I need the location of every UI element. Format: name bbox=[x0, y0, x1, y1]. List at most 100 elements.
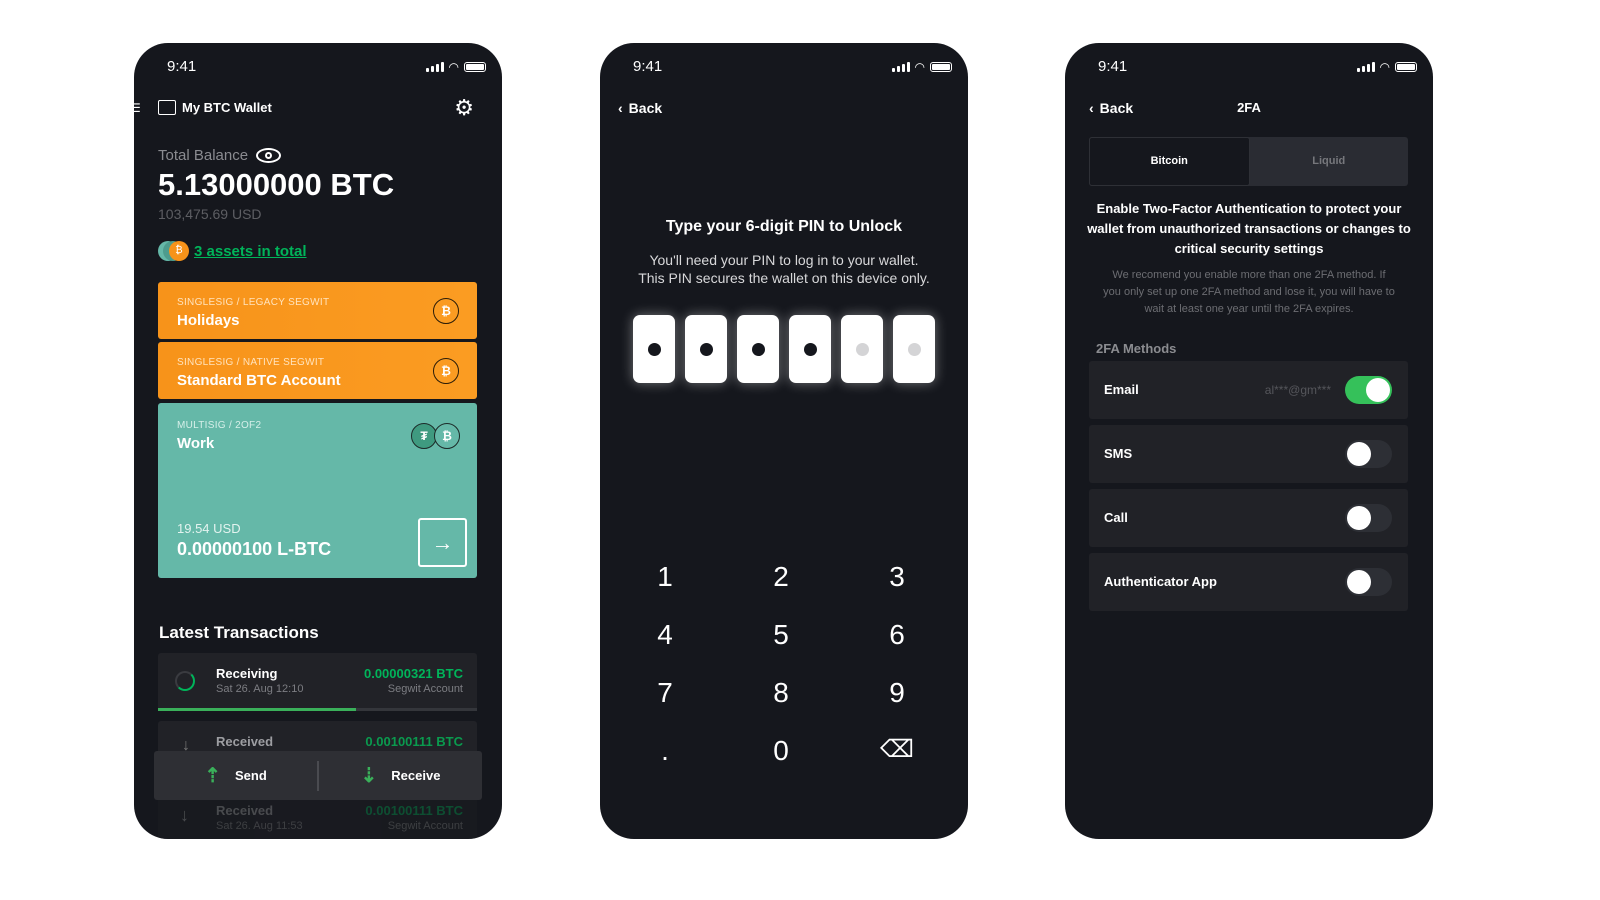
pin-desc-line: You'll need your PIN to log in to your w… bbox=[649, 252, 919, 268]
key-8[interactable]: 8 bbox=[751, 677, 811, 709]
pin-description: You'll need your PIN to log in to your w… bbox=[600, 251, 968, 287]
wallet-selector[interactable]: My BTC Wallet bbox=[158, 100, 272, 115]
pin-dot bbox=[699, 342, 713, 356]
status-time: 9:41 bbox=[1098, 58, 1128, 75]
pin-title: Type your 6-digit PIN to Unlock bbox=[665, 218, 903, 235]
key-dot[interactable]: . bbox=[635, 735, 695, 767]
methods-label: 2FA Methods bbox=[1096, 341, 1177, 356]
signal-icon bbox=[1356, 62, 1375, 72]
backspace-key[interactable]: ⌫ bbox=[867, 735, 927, 764]
gear-icon[interactable]: ⚙ bbox=[454, 95, 474, 121]
tx-status: Received bbox=[216, 803, 274, 818]
pin-dot bbox=[647, 342, 661, 356]
pin-screen: 9:41 ◠ ‹ Back Type your 6-digit PIN to Un… bbox=[600, 43, 968, 839]
bitcoin-icon: ₿ bbox=[434, 423, 460, 449]
bitcoin-icon: ₿ bbox=[433, 358, 459, 384]
tx-amount: 0.00000321 BTC bbox=[363, 666, 463, 681]
download-icon: ⇣ bbox=[360, 765, 378, 787]
tx-amount: 0.00100111 BTC bbox=[365, 734, 463, 749]
transaction-row[interactable]: Receiving Sat 26. Aug 12:10 0.00000321 B… bbox=[158, 653, 477, 711]
menu-icon[interactable]: ☰ bbox=[134, 101, 141, 115]
key-9[interactable]: 9 bbox=[867, 677, 927, 709]
pin-digit-box bbox=[633, 315, 675, 383]
chevron-left-icon: ‹ bbox=[618, 100, 623, 116]
account-type: MULTISIG / 2OF2 bbox=[177, 420, 262, 431]
key-3[interactable]: 3 bbox=[867, 561, 927, 593]
battery-icon bbox=[464, 62, 486, 72]
tx-status: Receiving bbox=[216, 666, 278, 681]
tx-date: Sat 26. Aug 11:53 bbox=[216, 820, 303, 832]
status-icons: ◠ bbox=[425, 60, 486, 74]
method-row-email[interactable]: Email al***@gm*** bbox=[1089, 361, 1408, 419]
arrow-down-icon: ↓ bbox=[180, 805, 189, 825]
key-6[interactable]: 6 bbox=[867, 619, 927, 651]
wifi-icon: ◠ bbox=[1379, 60, 1390, 74]
key-7[interactable]: 7 bbox=[635, 677, 695, 709]
key-2[interactable]: 2 bbox=[751, 561, 811, 593]
pin-digit-box bbox=[893, 315, 935, 383]
arrow-right-icon[interactable]: → bbox=[418, 518, 467, 567]
receive-label: Receive bbox=[391, 768, 441, 783]
upload-icon: ⇡ bbox=[204, 765, 221, 787]
tx-account: Segwit Account bbox=[387, 683, 463, 695]
wallet-icon bbox=[158, 100, 176, 115]
method-name: SMS bbox=[1104, 446, 1133, 461]
account-name: Standard BTC Account bbox=[177, 372, 341, 389]
account-amount: 0.00000100 L-BTC bbox=[177, 539, 332, 559]
key-1[interactable]: 1 bbox=[635, 561, 695, 593]
account-name: Work bbox=[177, 435, 215, 452]
back-label: Back bbox=[628, 100, 663, 116]
method-name: Email bbox=[1104, 382, 1139, 397]
account-name: Holidays bbox=[177, 312, 240, 329]
method-toggle[interactable] bbox=[1345, 376, 1392, 404]
account-card-work[interactable]: MULTISIG / 2OF2 Work ₮ ₿ 19.54 USD 0.000… bbox=[158, 403, 477, 578]
pin-digit-box bbox=[737, 315, 779, 383]
wallet-title: My BTC Wallet bbox=[182, 100, 272, 115]
account-fiat: 19.54 USD bbox=[177, 521, 241, 536]
network-tabs: Bitcoin Liquid bbox=[1089, 137, 1408, 186]
account-card-standard[interactable]: SINGLESIG / NATIVE SEGWIT Standard BTC A… bbox=[158, 342, 477, 399]
method-toggle[interactable] bbox=[1345, 504, 1392, 532]
status-icons: ◠ bbox=[891, 60, 952, 74]
eye-icon[interactable] bbox=[256, 148, 282, 163]
account-type: SINGLESIG / LEGACY SEGWIT bbox=[177, 297, 330, 308]
tx-amount: 0.00100111 BTC bbox=[365, 803, 463, 818]
battery-icon bbox=[1395, 62, 1417, 72]
send-button[interactable]: ⇡ Send bbox=[154, 763, 317, 788]
signal-icon bbox=[425, 62, 444, 72]
key-5[interactable]: 5 bbox=[751, 619, 811, 651]
wifi-icon: ◠ bbox=[914, 60, 925, 74]
method-toggle[interactable] bbox=[1345, 440, 1392, 468]
twofa-screen: 9:41 ◠ ‹ Back 2FA Bitcoin Liquid Enable T… bbox=[1065, 43, 1433, 839]
key-0[interactable]: 0 bbox=[751, 735, 811, 767]
pin-dot bbox=[855, 342, 869, 356]
tab-liquid[interactable]: Liquid bbox=[1250, 137, 1409, 186]
tab-bitcoin[interactable]: Bitcoin bbox=[1089, 137, 1250, 186]
account-card-holidays[interactable]: SINGLESIG / LEGACY SEGWIT Holidays ₿ bbox=[158, 282, 477, 339]
pin-digit-box bbox=[685, 315, 727, 383]
method-row-call[interactable]: Call bbox=[1089, 489, 1408, 547]
method-row-sms[interactable]: SMS bbox=[1089, 425, 1408, 483]
twofa-heading: Enable Two-Factor Authentication to prot… bbox=[1087, 201, 1411, 256]
balance-amount: 5.13000000 BTC bbox=[158, 167, 395, 202]
wallet-screen: 9:41 ◠ ☰ My BTC Wallet ⚙ Total Balance 5… bbox=[134, 43, 502, 839]
pin-digit-box bbox=[841, 315, 883, 383]
bitcoin-icon: ₿ bbox=[433, 298, 459, 324]
method-row-authenticator-app[interactable]: Authenticator App bbox=[1089, 553, 1408, 611]
receive-button[interactable]: ⇣ Receive bbox=[319, 763, 482, 788]
status-icons: ◠ bbox=[1356, 60, 1417, 74]
method-value: al***@gm*** bbox=[1264, 383, 1331, 397]
transactions-title: Latest Transactions bbox=[159, 623, 319, 642]
pin-dot bbox=[907, 342, 921, 356]
status-time: 9:41 bbox=[633, 58, 663, 75]
assets-link[interactable]: 3 assets in total bbox=[194, 243, 307, 260]
tx-account: Segwit Account bbox=[387, 820, 463, 832]
back-button[interactable]: ‹ Back bbox=[618, 100, 662, 116]
balance-label: Total Balance bbox=[158, 147, 249, 164]
method-toggle[interactable] bbox=[1345, 568, 1392, 596]
method-name: Call bbox=[1104, 510, 1128, 525]
battery-icon bbox=[930, 62, 952, 72]
key-4[interactable]: 4 bbox=[635, 619, 695, 651]
tx-status: Received bbox=[216, 734, 274, 749]
twofa-note: We recomend you enable more than one 2FA… bbox=[1103, 269, 1395, 315]
